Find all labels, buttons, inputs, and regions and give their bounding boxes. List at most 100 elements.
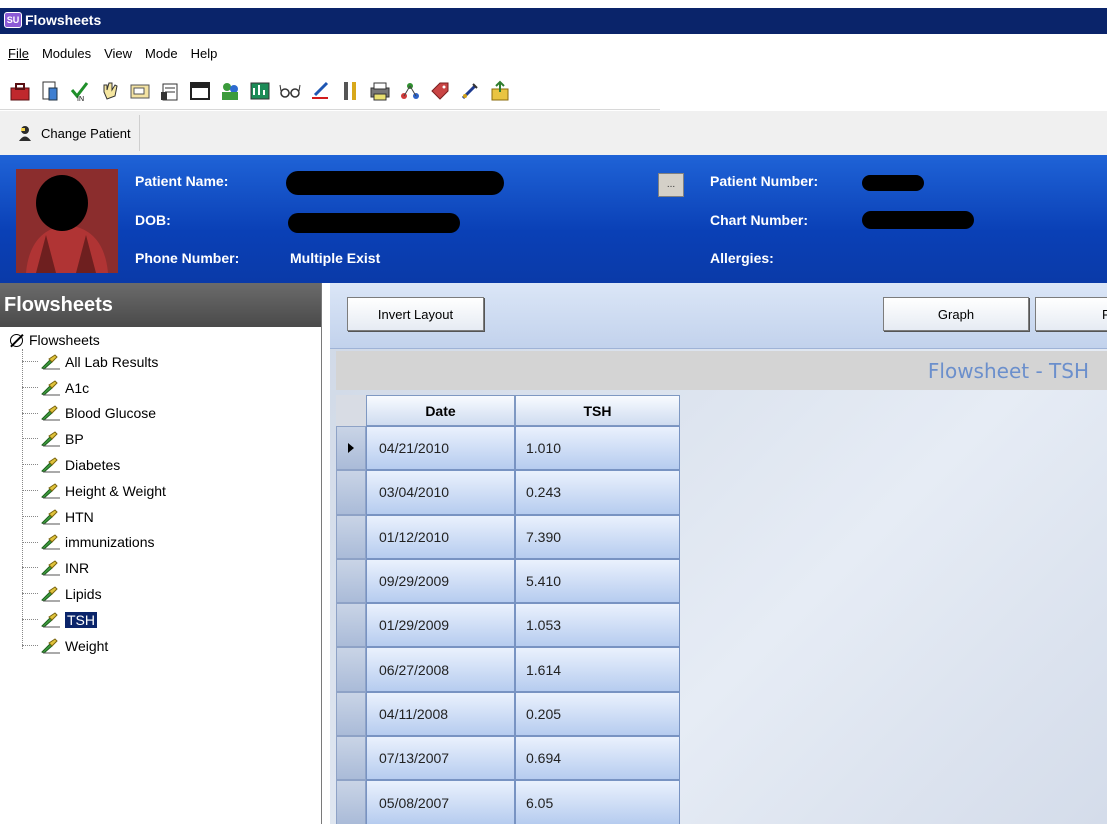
- table-row[interactable]: 01/29/2009 1.053: [336, 603, 680, 648]
- hand-icon[interactable]: [98, 79, 121, 102]
- menu-file[interactable]: File: [8, 46, 29, 61]
- change-patient-label: Change Patient: [41, 125, 131, 141]
- cell-date[interactable]: 04/21/2010: [366, 426, 515, 471]
- syringe-icon[interactable]: [458, 79, 481, 102]
- cell-date[interactable]: 05/08/2007: [366, 780, 515, 824]
- cell-date[interactable]: 06/27/2008: [366, 647, 515, 692]
- tag-icon[interactable]: [428, 79, 451, 102]
- print-button[interactable]: Pr: [1035, 297, 1107, 331]
- table-row[interactable]: 01/12/2010 7.390: [336, 514, 680, 559]
- menu-mode[interactable]: Mode: [145, 46, 178, 61]
- checkmark-in-icon[interactable]: IN: [68, 79, 91, 102]
- menu-view[interactable]: View: [104, 46, 132, 61]
- flowsheet-icon: [40, 586, 62, 602]
- signature-icon[interactable]: [308, 79, 331, 102]
- tree-item-all-lab-results[interactable]: All Lab Results: [0, 349, 321, 375]
- row-selector[interactable]: [336, 514, 366, 559]
- tree-root[interactable]: Flowsheets: [0, 331, 321, 349]
- export-icon[interactable]: [488, 79, 511, 102]
- invert-layout-button[interactable]: Invert Layout: [347, 297, 484, 331]
- allergies-label: Allergies:: [710, 250, 774, 266]
- cell-tsh[interactable]: 1.010: [515, 426, 680, 471]
- cell-tsh[interactable]: 0.243: [515, 470, 680, 515]
- redaction: [862, 175, 924, 191]
- graph-button[interactable]: Graph: [883, 297, 1029, 331]
- cell-date[interactable]: 01/12/2010: [366, 514, 515, 559]
- tree-item-label: Diabetes: [65, 457, 121, 474]
- cell-date[interactable]: 09/29/2009: [366, 558, 515, 604]
- column-header-date[interactable]: Date: [366, 395, 515, 426]
- cell-tsh[interactable]: 5.410: [515, 558, 680, 604]
- tree-item-tsh[interactable]: TSH: [0, 607, 321, 633]
- row-selector[interactable]: [336, 691, 366, 737]
- table-row[interactable]: 07/13/2007 0.694: [336, 736, 680, 781]
- tree-item-a1c[interactable]: A1c: [0, 375, 321, 401]
- briefcase-icon[interactable]: [8, 79, 31, 102]
- tree-item-inr[interactable]: INR: [0, 555, 321, 581]
- menu-modules[interactable]: Modules: [42, 46, 91, 61]
- row-selector[interactable]: [336, 603, 366, 648]
- flowsheet-tree: Flowsheets All Lab Results A1c Blood Gluco…: [0, 327, 321, 659]
- tree-item-bp[interactable]: BP: [0, 426, 321, 452]
- tree-item-weight[interactable]: Weight: [0, 633, 321, 659]
- graph-label: Graph: [937, 306, 975, 322]
- network-icon[interactable]: [398, 79, 421, 102]
- cell-date[interactable]: 03/04/2010: [366, 470, 515, 515]
- menu-label: Mode: [145, 45, 178, 61]
- dob-label: DOB:: [135, 212, 171, 228]
- people-icon[interactable]: [218, 79, 241, 102]
- tree-item-height-weight[interactable]: Height & Weight: [0, 478, 321, 504]
- tree-item-immunizations[interactable]: immunizations: [0, 530, 321, 556]
- change-patient-bar: Change Patient: [0, 111, 1107, 155]
- cell-date[interactable]: 04/11/2008: [366, 691, 515, 737]
- cell-tsh[interactable]: 1.614: [515, 647, 680, 692]
- printer-icon[interactable]: [368, 79, 391, 102]
- glasses-icon[interactable]: [278, 79, 301, 102]
- cell-tsh[interactable]: 6.05: [515, 780, 680, 824]
- cell-date[interactable]: 07/13/2007: [366, 736, 515, 781]
- clipboard-icon[interactable]: [158, 79, 181, 102]
- tree-item-diabetes[interactable]: Diabetes: [0, 452, 321, 478]
- row-selector[interactable]: [336, 736, 366, 781]
- cell-tsh[interactable]: 1.053: [515, 603, 680, 648]
- more-patient-info-button[interactable]: ...: [658, 173, 684, 197]
- tree-item-blood-glucose[interactable]: Blood Glucose: [0, 401, 321, 427]
- chart-icon[interactable]: [248, 79, 271, 102]
- row-selector[interactable]: [336, 426, 366, 471]
- tree-item-label: Height & Weight: [65, 482, 166, 499]
- table-row[interactable]: 03/04/2010 0.243: [336, 470, 680, 515]
- cell-tsh[interactable]: 0.694: [515, 736, 680, 781]
- menu-help[interactable]: Help: [191, 46, 218, 61]
- redaction: [862, 211, 974, 229]
- panel-title: Flowsheets: [0, 283, 321, 327]
- table-row[interactable]: 05/08/2007 6.05: [336, 780, 680, 824]
- menu-label: Modules: [41, 45, 92, 61]
- invert-layout-label: Invert Layout: [377, 306, 454, 322]
- column-header-tsh[interactable]: TSH: [515, 395, 680, 426]
- document-icon[interactable]: [38, 79, 61, 102]
- table-row[interactable]: 09/29/2009 5.410: [336, 558, 680, 604]
- change-patient-button[interactable]: Change Patient: [10, 115, 140, 151]
- window-icon[interactable]: [188, 79, 211, 102]
- tree-item-htn[interactable]: HTN: [0, 504, 321, 530]
- cell-tsh[interactable]: 0.205: [515, 691, 680, 737]
- window-title: Flowsheets: [25, 12, 102, 28]
- row-selector[interactable]: [336, 647, 366, 692]
- table-row[interactable]: 06/27/2008 1.614: [336, 647, 680, 692]
- redaction: [286, 171, 504, 195]
- row-selector[interactable]: [336, 558, 366, 604]
- table-row[interactable]: 04/11/2008 0.205: [336, 691, 680, 737]
- cell-tsh[interactable]: 7.390: [515, 514, 680, 559]
- patient-header: Patient Name: DOB: Phone Number: Multipl…: [0, 155, 1107, 283]
- table-row[interactable]: 04/21/2010 1.010: [336, 426, 680, 471]
- redaction: [288, 213, 460, 233]
- tree-item-lipids[interactable]: Lipids: [0, 581, 321, 607]
- tools-icon[interactable]: [338, 79, 361, 102]
- phone-number-label: Phone Number:: [135, 250, 240, 266]
- no-symbol-icon: [10, 333, 23, 347]
- row-selector[interactable]: [336, 470, 366, 515]
- folder-icon[interactable]: [128, 79, 151, 102]
- flowsheet-icon: [40, 638, 62, 654]
- row-selector[interactable]: [336, 780, 366, 824]
- cell-date[interactable]: 01/29/2009: [366, 603, 515, 648]
